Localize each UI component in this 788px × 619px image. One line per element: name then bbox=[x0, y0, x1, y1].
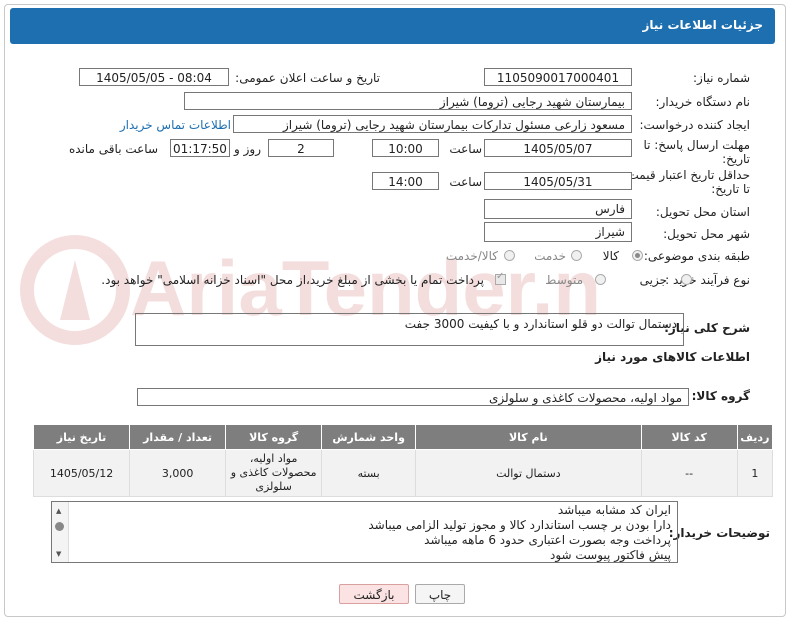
buyer-note-line: پرداخت وجه بصورت اعتباری حدود 6 ماهه میب… bbox=[424, 533, 671, 547]
category-option-service: خدمت bbox=[534, 249, 566, 263]
remaining-time-label: ساعت باقی مانده bbox=[68, 142, 158, 156]
cell-date: 1405/05/12 bbox=[32, 449, 131, 497]
col-header-name: نام کالا bbox=[415, 424, 642, 450]
items-table: ردیف کد کالا نام کالا واحد شمارش گروه کا… bbox=[32, 424, 774, 497]
cell-unit: بسته bbox=[321, 449, 417, 497]
cell-qty: 3,000 bbox=[129, 449, 227, 497]
requester-field: مسعود زارعی مسئول تدارکات بیمارستان شهید… bbox=[233, 115, 632, 133]
category-radio-goods-service[interactable] bbox=[504, 250, 515, 261]
col-header-index: ردیف bbox=[736, 424, 774, 450]
col-header-date: تاریخ نیاز bbox=[32, 424, 131, 450]
requester-label: ایجاد کننده درخواست: bbox=[639, 118, 750, 132]
reply-deadline-label-2: تاریخ: bbox=[722, 152, 750, 166]
remaining-days-field: 2 bbox=[268, 139, 334, 157]
treasury-checkbox[interactable] bbox=[495, 271, 506, 285]
announce-date-label: تاریخ و ساعت اعلان عمومی: bbox=[235, 71, 380, 85]
col-header-code: کد کالا bbox=[640, 424, 738, 450]
delivery-province-field: فارس bbox=[484, 199, 632, 219]
col-header-unit: واحد شمارش bbox=[321, 424, 417, 450]
page-header: جزئیات اطلاعات نیاز bbox=[10, 8, 775, 44]
category-radio-service[interactable] bbox=[571, 250, 582, 261]
reply-deadline-label: مهلت ارسال پاسخ: تا bbox=[643, 138, 750, 152]
price-validity-time-field: 14:00 bbox=[372, 172, 439, 190]
delivery-city-label: شهر محل تحویل: bbox=[663, 227, 750, 241]
price-validity-time-label: ساعت bbox=[449, 175, 482, 189]
buyer-org-label: نام دستگاه خریدار: bbox=[655, 95, 751, 109]
description-textarea[interactable]: دستمال توالت دو قلو استاندارد و با کیفیت… bbox=[135, 313, 684, 346]
buyer-note-line: ایران کد مشابه میباشد bbox=[557, 503, 671, 517]
buyer-note-line: دارا بودن بر چسب استاندارد کالا و مجوز ت… bbox=[368, 518, 671, 532]
table-row: 1 -- دستمال توالت بسته مواد اولیه، محصول… bbox=[32, 449, 774, 497]
col-header-qty: تعداد / مقدار bbox=[129, 424, 227, 450]
announce-date-field: 1405/05/05 - 08:04 bbox=[79, 68, 229, 86]
cell-code: -- bbox=[640, 449, 738, 497]
goods-group-label: گروه کالا: bbox=[691, 389, 750, 403]
buyer-contact-link[interactable]: اطلاعات تماس خریدار bbox=[120, 118, 231, 132]
scroll-down-icon[interactable]: ▼ bbox=[56, 550, 61, 558]
back-button[interactable]: بازگشت bbox=[339, 584, 409, 604]
reply-time-label: ساعت bbox=[449, 142, 482, 156]
remaining-time-field: 01:17:50 bbox=[170, 139, 230, 157]
category-option-goods: کالا bbox=[602, 249, 619, 263]
page-title: جزئیات اطلاعات نیاز bbox=[642, 18, 763, 32]
cell-group: مواد اولیه، محصولات کاغذی و سلولزی bbox=[225, 449, 323, 497]
scroll-up-icon[interactable]: ▲ bbox=[56, 507, 61, 515]
price-validity-label: حداقل تاریخ اعتبار قیمت: bbox=[623, 168, 750, 182]
category-label: طبقه بندی موضوعی: bbox=[643, 249, 750, 263]
reply-time-field: 10:00 bbox=[372, 139, 439, 157]
delivery-province-label: استان محل تحویل: bbox=[655, 205, 750, 219]
process-radio-minor[interactable] bbox=[681, 274, 692, 285]
print-button[interactable]: چاپ bbox=[415, 584, 465, 604]
cell-index: 1 bbox=[736, 449, 774, 497]
process-option-medium: متوسط bbox=[545, 273, 583, 287]
buyer-notes-box[interactable]: ▲ ▼ ایران کد مشابه میباشد دارا بودن بر چ… bbox=[51, 501, 678, 563]
category-option-goods-service: کالا/خدمت bbox=[445, 249, 498, 263]
goods-group-field: مواد اولیه، محصولات کاغذی و سلولزی bbox=[137, 388, 689, 406]
goods-info-title: اطلاعات کالاهای مورد نیاز bbox=[595, 350, 750, 364]
notes-scrollbar[interactable]: ▲ ▼ bbox=[52, 502, 69, 562]
price-validity-label-2: تا تاریخ: bbox=[711, 182, 750, 196]
cell-name: دستمال توالت bbox=[415, 449, 642, 497]
treasury-note: پرداخت تمام یا بخشی از مبلغ خرید،از محل … bbox=[101, 273, 484, 287]
col-header-group: گروه کالا bbox=[225, 424, 323, 450]
days-label: روز و bbox=[234, 142, 261, 156]
process-option-minor: جزیی bbox=[639, 273, 667, 287]
scroll-thumb[interactable] bbox=[55, 522, 64, 531]
category-radio-goods[interactable] bbox=[632, 250, 643, 261]
process-radio-medium[interactable] bbox=[595, 274, 606, 285]
buyer-note-line: پیش فاکتور پیوست شود bbox=[549, 548, 671, 562]
process-type-label: نوع فرآیند خرید : bbox=[665, 273, 750, 287]
description-text: دستمال توالت دو قلو استاندارد و با کیفیت… bbox=[404, 317, 677, 331]
need-number-field: 1105090017000401 bbox=[484, 68, 632, 86]
price-validity-date-field: 1405/05/31 bbox=[484, 172, 632, 190]
need-number-label: شماره نیاز: bbox=[693, 71, 750, 85]
buyer-org-field: بیمارستان شهید رجایی (تروما) شیراز bbox=[184, 92, 632, 110]
reply-date-field: 1405/05/07 bbox=[484, 139, 632, 157]
buyer-notes-label: توضیحات خریدار: bbox=[668, 526, 770, 540]
delivery-city-field: شیراز bbox=[484, 222, 632, 242]
